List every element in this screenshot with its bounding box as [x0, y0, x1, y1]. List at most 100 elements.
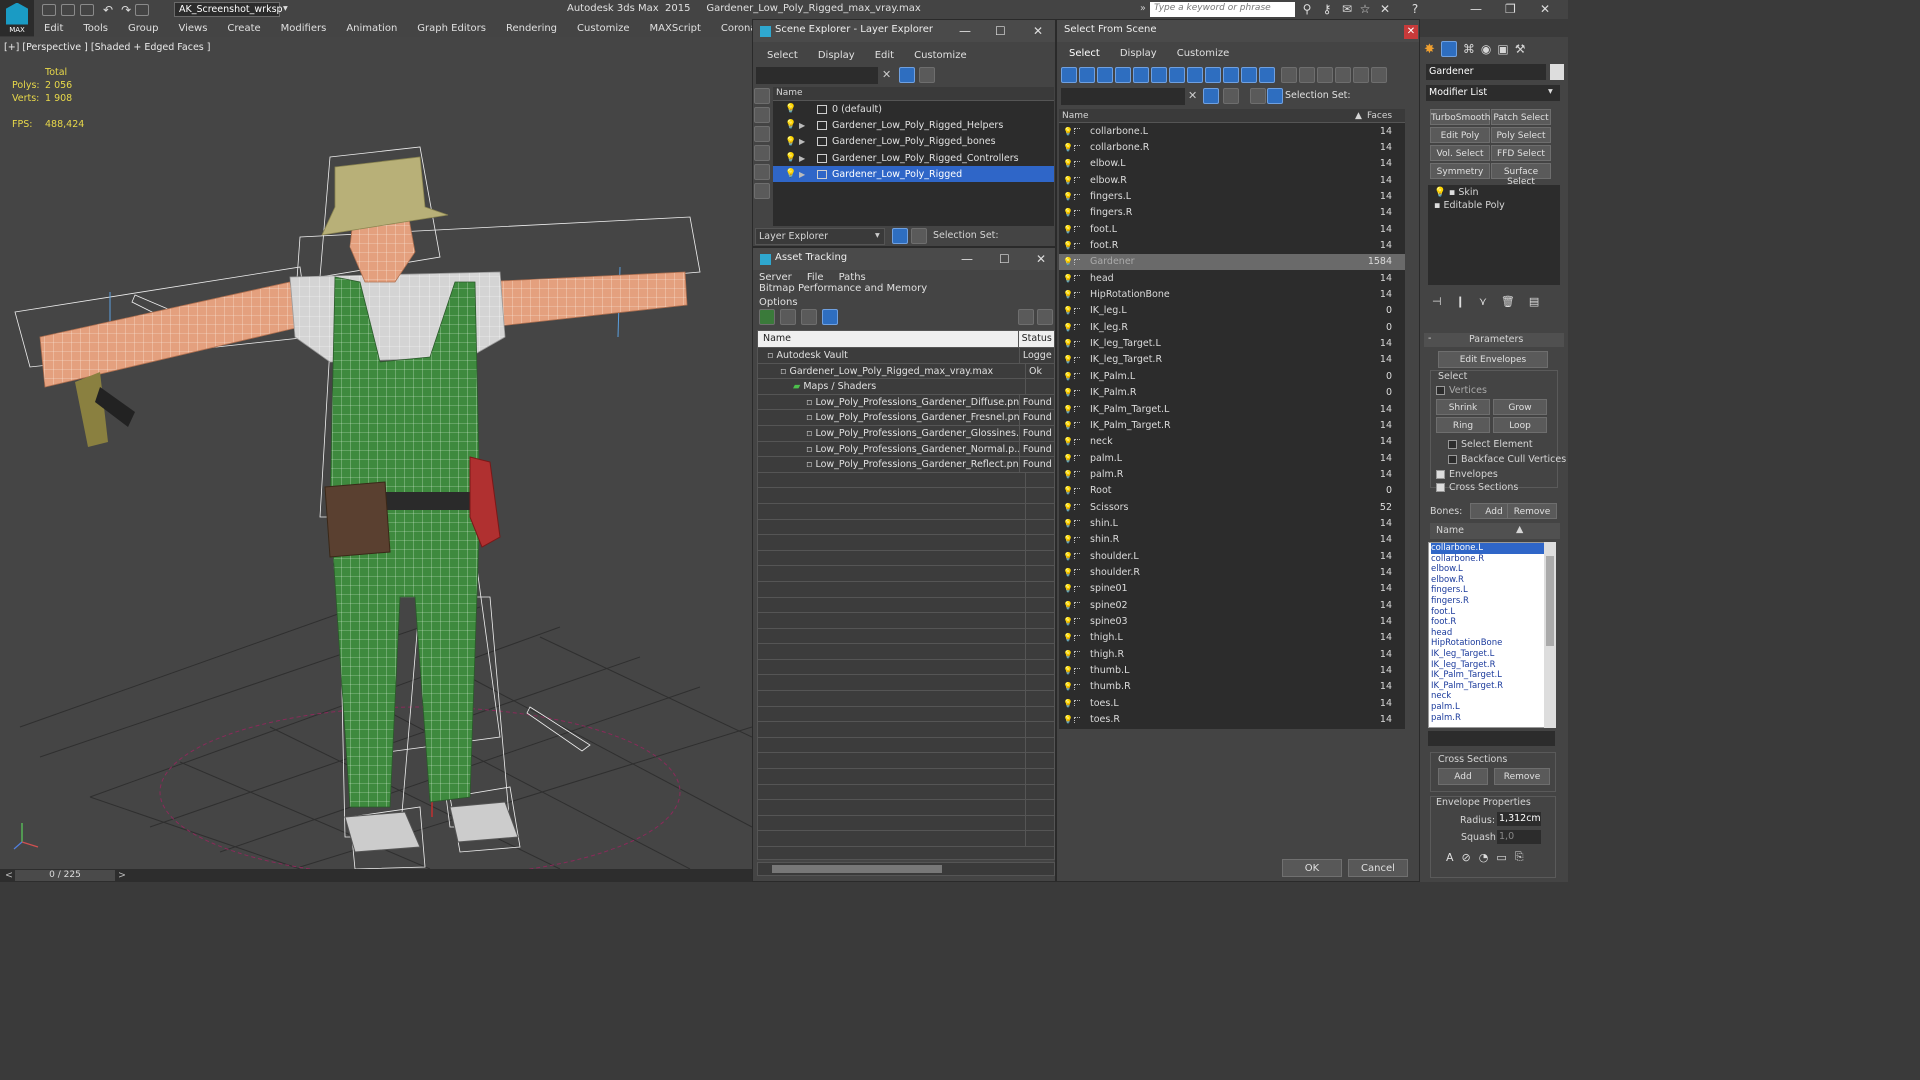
utilities-tab-icon[interactable]: ⚒ — [1515, 42, 1526, 56]
undo-icon[interactable]: ↶ — [103, 3, 113, 17]
visibility-bulb-icon[interactable]: 💡 — [1063, 568, 1073, 577]
bones-name-header[interactable]: Name ▲ — [1430, 523, 1560, 539]
le-options-icon[interactable] — [919, 67, 935, 83]
loop-button[interactable]: Loop — [1493, 417, 1547, 433]
at-menu-bitmap[interactable]: Bitmap Performance and Memory — [753, 280, 933, 297]
scene-object-row[interactable]: 💡 neck 14 — [1059, 434, 1405, 450]
time-slider[interactable]: < 0 / 225 > — [0, 869, 752, 882]
scene-object-row[interactable]: 💡 Scissors 52 — [1059, 499, 1405, 515]
layer-row[interactable]: ▶ 💡 Gardener_Low_Poly_Rigged — [773, 166, 1054, 183]
parameters-rollout-header[interactable]: - Parameters — [1424, 333, 1564, 347]
bone-list-item[interactable]: fingers.R — [1431, 596, 1554, 607]
backface-cull-checkbox[interactable]: Backface Cull Vertices — [1448, 454, 1566, 465]
asset-row[interactable]: ▫ Low_Poly_Professions_Gardener_Reflect.… — [758, 457, 1054, 473]
asset-row[interactable]: ▫ Low_Poly_Professions_Gardener_Diffuse.… — [758, 394, 1054, 411]
filter-shapes-icon[interactable] — [1079, 67, 1095, 83]
sfs-hierarchy-icon[interactable] — [1267, 88, 1283, 104]
list-view-icon[interactable] — [780, 309, 796, 325]
close-button[interactable]: ✕ — [1540, 2, 1550, 16]
at-scroll-thumb[interactable] — [772, 865, 942, 873]
scene-object-row[interactable]: 💡 elbow.L 14 — [1059, 156, 1405, 172]
bone-list-item[interactable]: elbow.L — [1431, 564, 1554, 575]
visibility-bulb-icon[interactable]: 💡 — [785, 153, 796, 163]
scene-object-row[interactable]: 💡 collarbone.L 14 — [1059, 123, 1405, 139]
grow-button[interactable]: Grow — [1493, 399, 1547, 415]
object-color-swatch[interactable] — [1550, 64, 1564, 80]
menu-tools[interactable]: Tools — [73, 20, 118, 37]
filter-helpers-icon[interactable] — [1133, 67, 1149, 83]
visibility-bulb-icon[interactable]: 💡 — [1063, 535, 1073, 544]
bone-name-field[interactable] — [1428, 731, 1555, 746]
bone-list-item[interactable]: elbow.R — [1431, 575, 1554, 586]
binoculars-icon[interactable]: ⚲ — [1300, 2, 1314, 16]
bone-list-item[interactable]: foot.R — [1431, 617, 1554, 628]
le-display-all-icon[interactable] — [754, 107, 770, 123]
le-menu-select[interactable]: Select — [757, 47, 808, 64]
scene-object-row[interactable]: 💡 head 14 — [1059, 270, 1405, 286]
search-input[interactable]: Type a keyword or phrase — [1150, 2, 1295, 17]
remove-bone-button[interactable]: Remove — [1507, 503, 1557, 519]
menu-modifiers[interactable]: Modifiers — [271, 20, 337, 37]
bone-list-item[interactable]: foot.L — [1431, 607, 1554, 618]
exchange-icon[interactable]: ✕ — [1378, 2, 1392, 16]
stack-item-skin[interactable]: 💡 ▪ Skin — [1428, 185, 1560, 198]
visibility-bulb-icon[interactable]: 💡 — [1063, 143, 1073, 152]
key-icon[interactable]: ⚷ — [1320, 2, 1334, 16]
filter-geometry-icon[interactable] — [1061, 67, 1077, 83]
visibility-bulb-icon[interactable]: 💡 — [1063, 584, 1073, 593]
visibility-bulb-icon[interactable]: 💡 — [1063, 274, 1073, 283]
stack-item-editable-poly[interactable]: ▪ Editable Poly — [1428, 198, 1560, 211]
modify-tab-icon[interactable] — [1440, 41, 1457, 57]
visibility-bulb-icon[interactable]: 💡 — [1063, 159, 1073, 168]
envelopes-checkbox[interactable]: Envelopes — [1436, 469, 1498, 480]
edit-poly-button[interactable]: Edit Poly — [1430, 127, 1490, 143]
scene-object-row[interactable]: 💡 spine03 14 — [1059, 613, 1405, 629]
visibility-bulb-icon[interactable]: 💡 — [1063, 176, 1073, 185]
cs-remove-button[interactable]: Remove — [1494, 768, 1550, 785]
scene-object-row[interactable]: 💡 Root 0 — [1059, 483, 1405, 499]
visibility-bulb-icon[interactable]: 💡 — [785, 169, 796, 179]
visibility-bulb-icon[interactable]: 💡 — [1063, 666, 1073, 675]
visibility-bulb-icon[interactable]: 💡 — [1063, 208, 1073, 217]
asset-row[interactable]: ▫ Low_Poly_Professions_Gardener_Normal.p… — [758, 441, 1054, 458]
time-next-button[interactable]: > — [118, 870, 126, 881]
asset-row[interactable]: ▫ Low_Poly_Professions_Gardener_Glossine… — [758, 425, 1054, 442]
sfs-clear-icon[interactable]: ✕ — [1188, 89, 1197, 102]
help-icon[interactable]: ? — [1408, 2, 1422, 16]
visibility-bulb-icon[interactable]: 💡 — [1063, 323, 1073, 332]
minimize-button[interactable]: — — [1470, 2, 1482, 16]
display-tab-icon[interactable]: ▣ — [1497, 42, 1508, 56]
visibility-bulb-icon[interactable]: 💡 — [1063, 470, 1073, 479]
scene-object-row[interactable]: 💡 fingers.L 14 — [1059, 188, 1405, 204]
workspace-dropdown[interactable]: AK_Screenshot_wrksp — [174, 2, 283, 17]
shrink-button[interactable]: Shrink — [1436, 399, 1490, 415]
time-slider-thumb[interactable]: 0 / 225 — [15, 870, 115, 881]
patch-select-button[interactable]: Patch Select — [1491, 109, 1551, 125]
menu-views[interactable]: Views — [168, 20, 217, 37]
open-file-icon[interactable] — [61, 4, 75, 16]
dropdown-chevron-icon[interactable]: ▾ — [875, 230, 880, 241]
visibility-bulb-icon[interactable]: 💡 — [1063, 225, 1073, 234]
le-sync-icon[interactable] — [754, 145, 770, 161]
envelope-visible-icon[interactable]: ◔ — [1479, 851, 1489, 864]
asset-row[interactable]: ▫ Gardener_Low_Poly_Rigged_max_vray.max O… — [758, 363, 1054, 380]
le-col-name[interactable]: Name — [773, 87, 1054, 101]
visibility-bulb-icon[interactable]: 💡 — [1063, 617, 1073, 626]
scene-object-row[interactable]: 💡 IK_leg.L 0 — [1059, 303, 1405, 319]
bone-list-item[interactable]: IK_leg_Target.L — [1431, 649, 1554, 660]
scene-object-row[interactable]: 💡 thumb.R 14 — [1059, 679, 1405, 695]
asset-row[interactable]: ▰ Maps / Shaders — [758, 379, 1054, 395]
scene-object-row[interactable]: 💡 IK_leg.R 0 — [1059, 319, 1405, 335]
expand-arrow-icon[interactable]: ▶ — [799, 137, 805, 146]
thumbnail-view-icon[interactable] — [801, 309, 817, 325]
radius-spinner[interactable]: 1,312cm — [1497, 812, 1541, 826]
at-minimize-button[interactable]: — — [961, 252, 973, 266]
scene-object-row[interactable]: 💡 foot.L 14 — [1059, 221, 1405, 237]
turbosmooth-button[interactable]: TurboSmooth — [1430, 109, 1490, 125]
visibility-bulb-icon[interactable]: 💡 — [1063, 552, 1073, 561]
scene-object-row[interactable]: 💡 HipRotationBone 14 — [1059, 286, 1405, 302]
menu-animation[interactable]: Animation — [336, 20, 407, 37]
scene-object-row[interactable]: 💡 shin.R 14 — [1059, 532, 1405, 548]
visibility-bulb-icon[interactable]: 💡 — [1063, 601, 1073, 610]
scene-object-row[interactable]: 💡 foot.R 14 — [1059, 237, 1405, 253]
